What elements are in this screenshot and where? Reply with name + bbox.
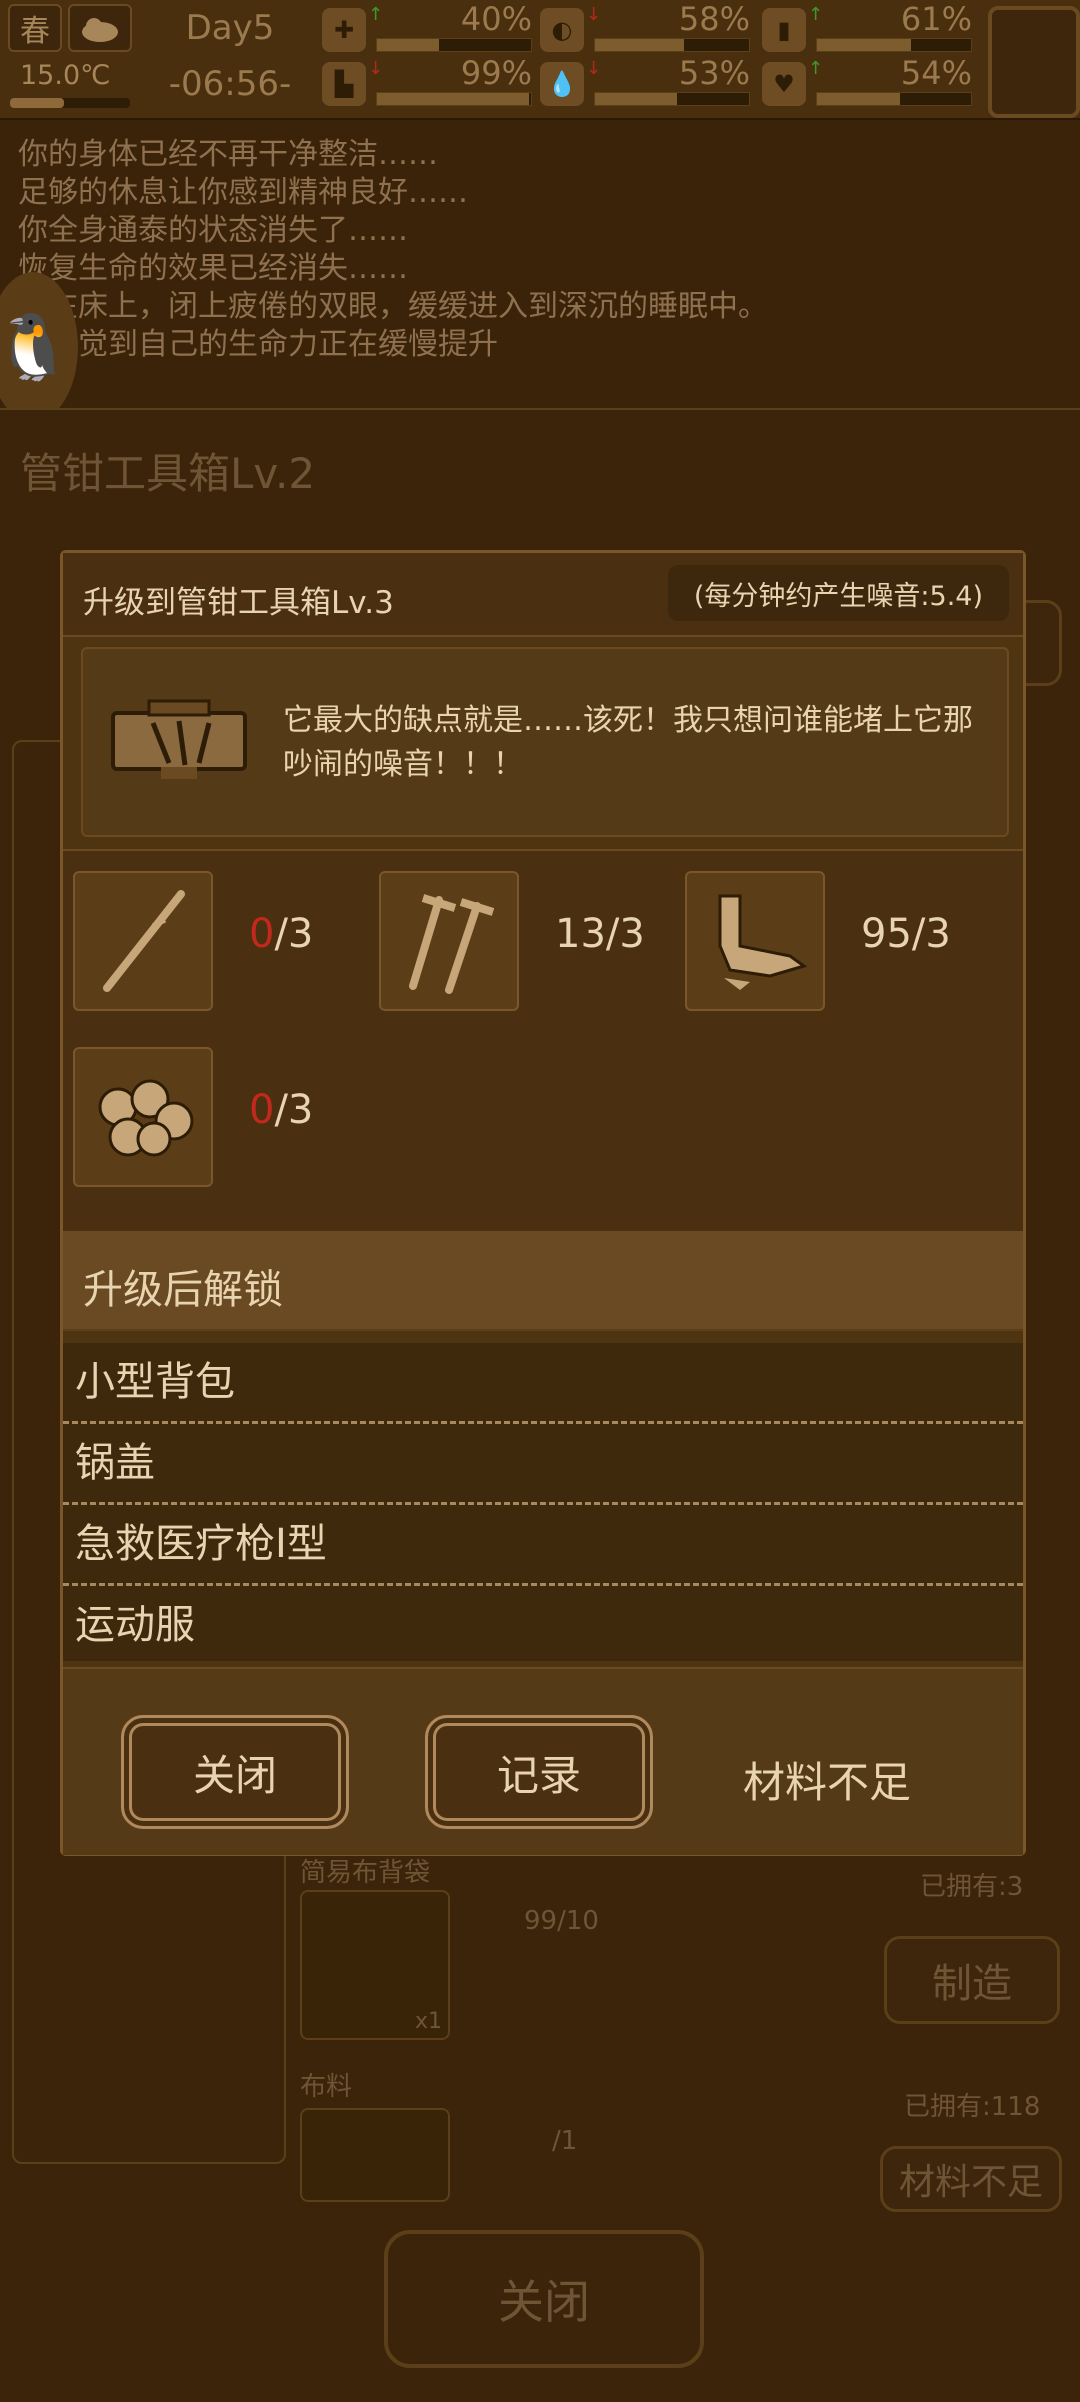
craft-button[interactable]: 制造 [884,1936,1060,2024]
cloth-icon[interactable] [300,2108,450,2202]
item-count: /1 [552,2126,578,2156]
material-count: 13/3 [555,911,645,957]
trend-up-icon: ↑ [808,58,824,79]
equipment-slot[interactable] [988,6,1080,118]
dialog-title: 升级到管钳工具箱Lv.3 [83,585,394,621]
stat-thirst[interactable]: ▮ ↑ 61% [762,0,972,54]
nails-icon [379,871,519,1011]
medkit-icon: ✚ [322,8,366,52]
log-line: 你感觉到自己的生命力正在缓慢提升 [18,327,498,362]
temperature: 15.0℃ [20,60,111,91]
material-have: 13 [555,911,606,957]
log-line: 躺在床上，闭上疲倦的双眼，缓缓进入到深沉的睡眠中。 [18,289,768,324]
weather-icon [68,4,132,52]
stones-icon [73,1047,213,1187]
stat-health[interactable]: ✚ ↑ 40% [322,0,532,54]
unlock-item[interactable]: 运动服 [63,1586,1023,1664]
scrap-metal-icon [685,871,825,1011]
boot-icon: ▙ [322,62,366,106]
materials-grid: 0/3 13/3 95/3 0/3 [63,849,1023,1233]
bottle-icon: ▮ [762,8,806,52]
season-label: 春 [20,14,50,49]
trend-up-icon: ↑ [368,4,384,25]
cloth-bag-icon[interactable]: x1 [300,1890,450,2040]
stat-bar [594,38,750,52]
stat-value: 54% [900,54,972,92]
stat-bar [376,38,532,52]
unlock-heading: 升级后解锁 [63,1233,1023,1331]
status-bar: 春 15.0℃ Day5 -06:56- ✚ ↑ 40% ◐ ↓ 58% ▮ ↑… [0,0,1080,120]
material-need: /3 [274,1087,314,1133]
event-log: 你的身体已经不再干净整洁…… 足够的休息让你感到精神良好…… 你全身通泰的状态消… [18,136,1058,364]
panel-close-button[interactable]: 关闭 [384,2230,704,2368]
item-qty: x1 [414,2009,442,2034]
upgrade-dialog: 升级到管钳工具箱Lv.3 (每分钟约产生噪音:5.4) 它最大的缺点就是……该死… [60,550,1026,1856]
trend-down-icon: ↓ [586,4,602,25]
log-line: 你全身通泰的状态消失了…… [18,213,408,248]
material-need: /3 [274,911,314,957]
material-slot[interactable]: 0/3 [63,1027,363,1187]
trend-up-icon: ↑ [808,4,824,25]
unlock-item[interactable]: 急救医疗枪I型 [63,1505,1023,1586]
toolbox-icon [109,695,249,785]
item-label: 简易布背袋 [300,1858,431,1888]
stat-value: 40% [460,0,532,38]
log-line: 足够的休息让你感到精神良好…… [18,175,468,210]
temperature-bar [10,98,130,108]
stat-bar [816,92,972,106]
material-count: 0/3 [249,911,313,957]
stomach-icon: ◐ [540,8,584,52]
unlock-item[interactable]: 锅盖 [63,1424,1023,1505]
unlock-list: 小型背包 锅盖 急救医疗枪I型 运动服 [63,1343,1023,1661]
material-slot[interactable]: 0/3 [63,851,363,1011]
item-label: 布料 [300,2072,353,2102]
material-need: /3 [605,911,645,957]
description-box: 它最大的缺点就是……该死！我只想问谁能堵上它那吵闹的噪音！！！ [81,647,1009,837]
owned-count: 已拥有:118 [904,2092,1041,2122]
stat-bar [376,92,532,106]
insufficient-button[interactable]: 材料不足 [880,2146,1062,2212]
heart-icon: ♥ [762,62,806,106]
season-badge: 春 [8,4,62,52]
material-count: 0/3 [249,1087,313,1133]
day-label: Day5 [185,8,275,48]
item-count: 99/10 [524,1906,599,1936]
material-have: 0 [249,1087,275,1133]
unlock-heading-label: 升级后解锁 [83,1267,283,1313]
stat-value: 53% [678,54,750,92]
record-button[interactable]: 记录 [425,1715,653,1829]
stat-hydration[interactable]: 💧 ↓ 53% [540,54,750,108]
dialog-footer: 关闭 记录 材料不足 [63,1667,1023,1855]
stat-value: 61% [900,0,972,38]
material-slot[interactable]: 95/3 [675,851,975,1011]
noise-badge: (每分钟约产生噪音:5.4) [667,565,1009,621]
log-line: 恢复生命的效果已经消失…… [18,251,408,286]
stat-bar [594,92,750,106]
time-label: -06:56- [168,64,292,104]
unlock-item[interactable]: 小型背包 [63,1343,1023,1424]
dialog-header: 升级到管钳工具箱Lv.3 (每分钟约产生噪音:5.4) [63,553,1023,637]
material-have: 95 [861,911,912,957]
stat-mood[interactable]: ♥ ↑ 54% [762,54,972,108]
stat-stamina[interactable]: ▙ ↓ 99% [322,54,532,108]
trend-down-icon: ↓ [586,58,602,79]
stat-value: 58% [678,0,750,38]
insufficient-materials-label: 材料不足 [743,1758,912,1807]
material-slot[interactable]: 13/3 [369,851,669,1011]
stick-icon [73,871,213,1011]
owned-count: 已拥有:3 [920,1872,1024,1902]
panel-title: 管钳工具箱Lv.2 [20,449,316,498]
stat-hunger[interactable]: ◐ ↓ 58% [540,0,750,54]
material-have: 0 [249,911,275,957]
log-line: 你的身体已经不再干净整洁…… [18,137,438,172]
water-drop-icon: 💧 [540,62,584,106]
material-count: 95/3 [861,911,951,957]
description-text: 它最大的缺点就是……该死！我只想问谁能堵上它那吵闹的噪音！！！ [283,703,973,782]
material-need: /3 [911,911,951,957]
stat-bar [816,38,972,52]
stat-value: 99% [460,54,532,92]
close-button[interactable]: 关闭 [121,1715,349,1829]
trend-down-icon: ↓ [368,58,384,79]
